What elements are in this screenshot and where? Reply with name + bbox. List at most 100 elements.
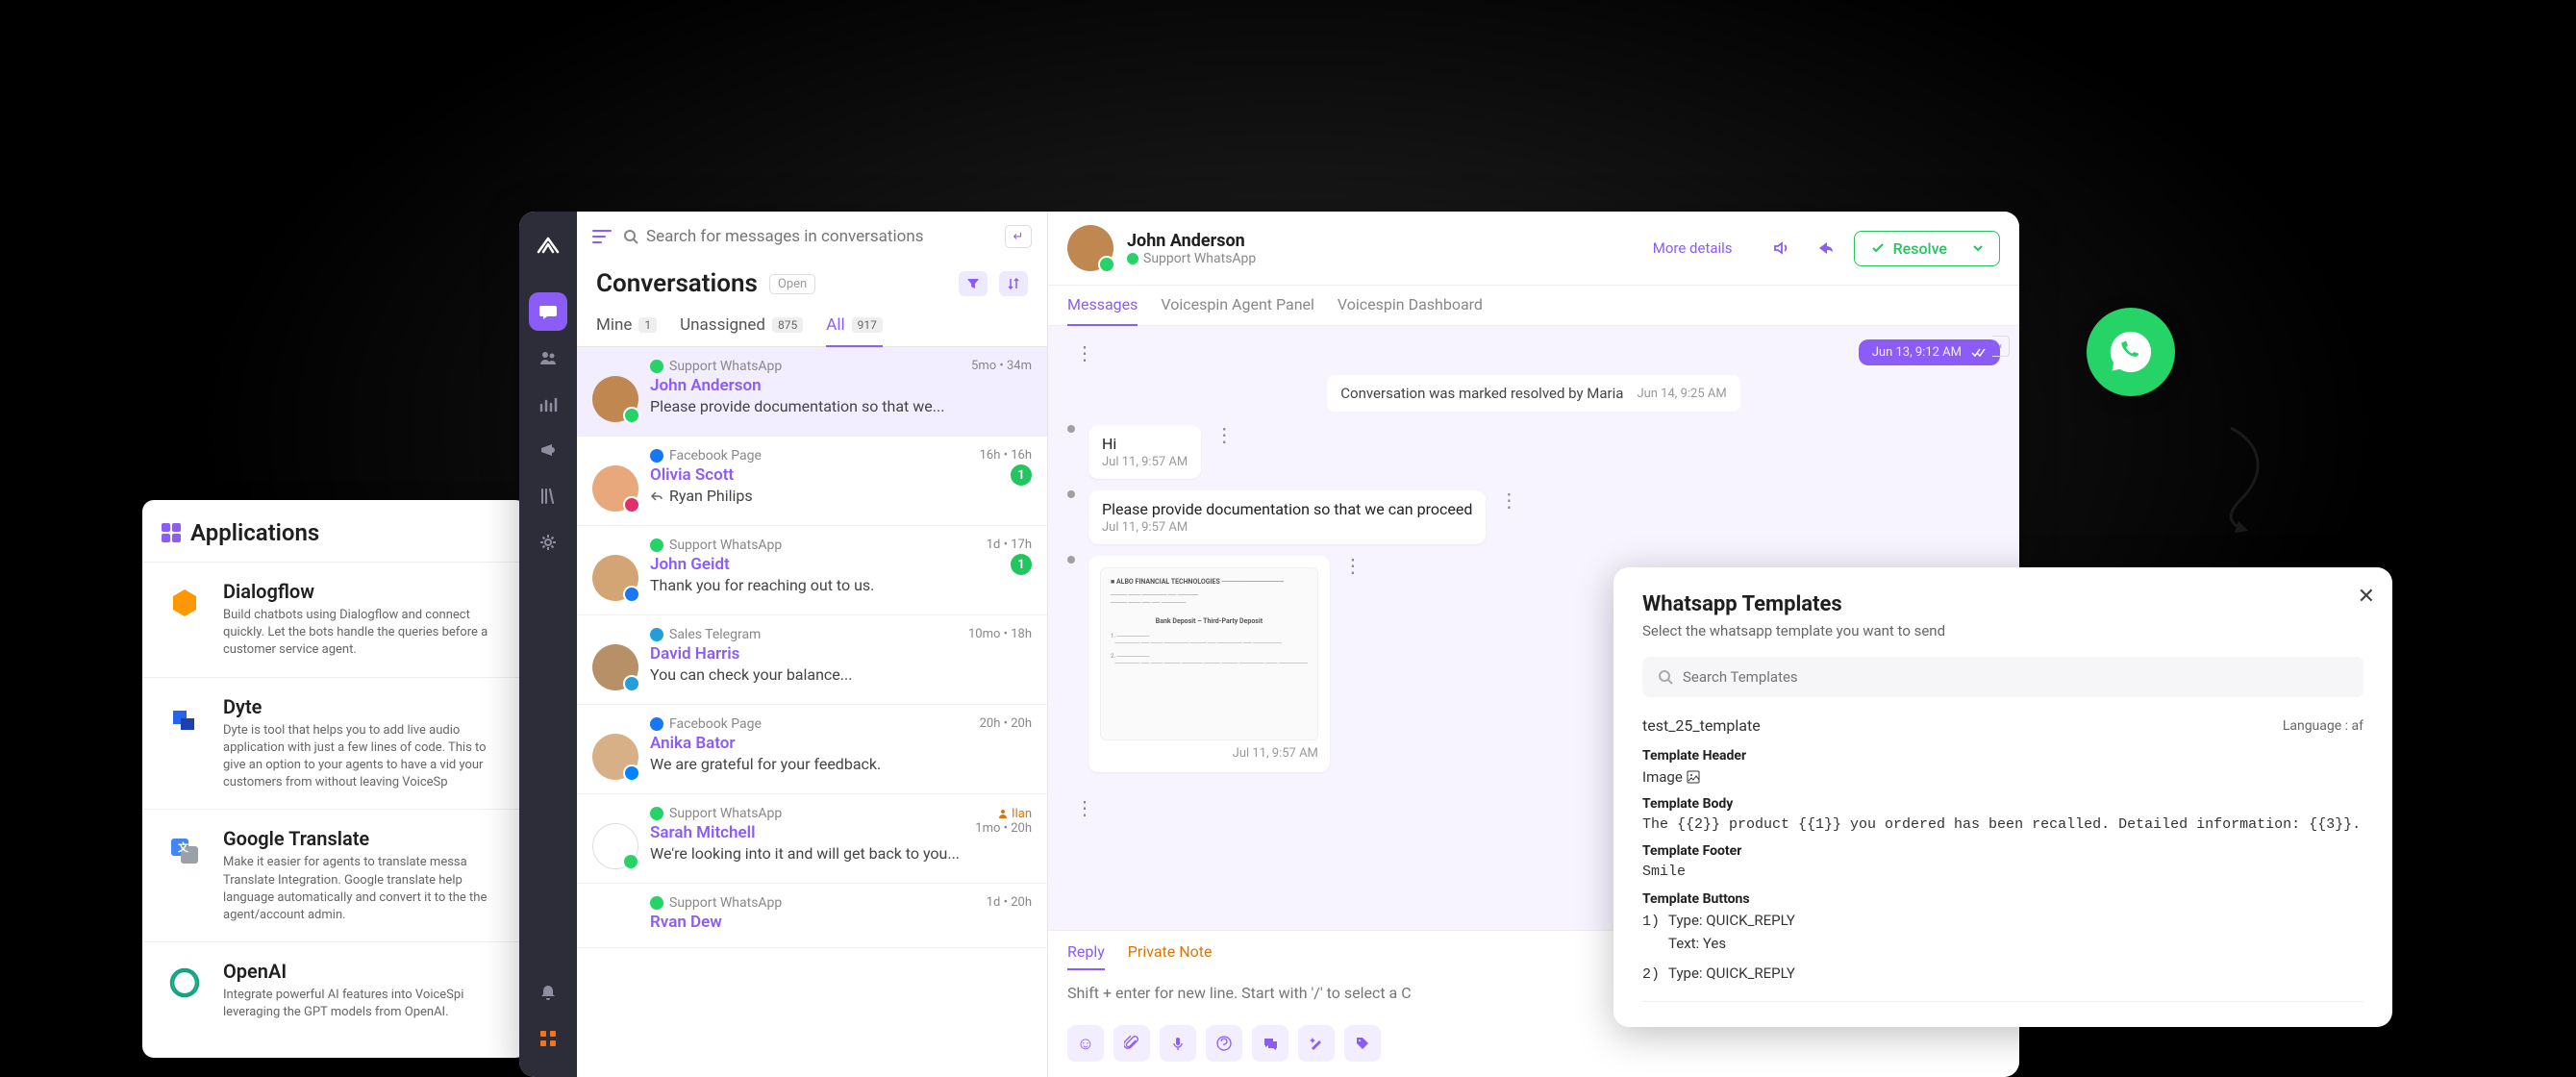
chat-tab-dashboard[interactable]: Voicespin Dashboard — [1338, 295, 1483, 325]
ai-assist-icon[interactable] — [1298, 1025, 1335, 1062]
private-note-tab[interactable]: Private Note — [1128, 942, 1213, 970]
tab-unassigned[interactable]: Unassigned 875 — [680, 315, 803, 346]
conversation-item[interactable]: Support WhatsApp 1d • 20h Rvan Dew — [577, 884, 1047, 948]
conversation-item[interactable]: Support WhatsApp 1d • 17h John Geidt 1 T… — [577, 526, 1047, 615]
app-desc: Make it easier for agents to translate m… — [223, 854, 508, 924]
message-out: Jun 13, 9:12 AM — [1859, 339, 2000, 365]
app-card-openai[interactable]: OpenAI Integrate powerful AI features in… — [142, 941, 527, 1039]
canned-response-icon[interactable] — [1252, 1025, 1288, 1062]
tab-mine-label: Mine — [596, 315, 632, 335]
template-search-input[interactable] — [1683, 668, 2348, 686]
more-details-link[interactable]: More details — [1653, 239, 1733, 257]
nav-library[interactable] — [529, 477, 567, 515]
conversation-name: Rvan Dew — [650, 913, 1032, 932]
nav-conversations[interactable] — [529, 292, 567, 331]
template-card[interactable]: test_25_template Language : af Template … — [1642, 716, 2363, 1002]
attachment-icon[interactable] — [1113, 1025, 1150, 1062]
conversation-list: Support WhatsApp 5mo • 34m John Anderson… — [577, 347, 1047, 1077]
document-attachment[interactable]: ■ ALBO FINANCIAL TECHNOLOGIES ──────────… — [1088, 556, 1330, 772]
avatar — [592, 644, 638, 690]
resolve-button[interactable]: Resolve — [1854, 231, 2000, 266]
conversation-name: David Harris — [650, 644, 1032, 664]
message-menu-icon[interactable]: ⋮ — [1075, 798, 1094, 817]
conversation-item[interactable]: Support WhatsApp 5mo • 34m John Anderson… — [577, 347, 1047, 437]
modal-title: Whatsapp Templates — [1642, 592, 2363, 616]
conversation-item[interactable]: Sales Telegram 10mo • 18h David Harris Y… — [577, 615, 1047, 705]
whatsapp-icon — [650, 807, 663, 820]
message-menu-icon[interactable]: ⋮ — [1499, 490, 1518, 510]
whatsapp-templates-modal: ✕ Whatsapp Templates Select the whatsapp… — [1613, 567, 2392, 1027]
check-icon — [1870, 240, 1886, 256]
tag-icon[interactable] — [1344, 1025, 1381, 1062]
telegram-icon — [650, 628, 663, 641]
emoji-icon[interactable]: ☺ — [1067, 1025, 1104, 1062]
sender-indicator — [1067, 490, 1075, 498]
search-submit-icon[interactable]: ↵ — [1005, 225, 1032, 248]
message-menu-icon[interactable]: ⋮ — [1075, 343, 1094, 363]
template-name: test_25_template — [1642, 716, 1761, 735]
avatar — [592, 555, 638, 601]
nav-campaigns[interactable] — [529, 431, 567, 469]
nav-apps-icon[interactable] — [529, 1019, 567, 1058]
mute-icon[interactable] — [1765, 233, 1796, 263]
audio-recorder-icon[interactable] — [1160, 1025, 1196, 1062]
conversation-panel: ↵ Conversations Open Mine 1 Unassigned 8… — [577, 212, 1048, 1077]
document-preview: ■ ALBO FINANCIAL TECHNOLOGIES ──────────… — [1100, 567, 1318, 740]
close-icon[interactable]: ✕ — [2358, 585, 2375, 609]
whatsapp-template-icon[interactable] — [1206, 1025, 1242, 1062]
dyte-icon — [162, 695, 208, 741]
conversation-item[interactable]: Support WhatsApp Ilan Sarah Mitchell 1mo… — [577, 794, 1047, 884]
nav-settings[interactable] — [529, 523, 567, 562]
share-icon[interactable] — [1810, 233, 1840, 263]
tab-mine[interactable]: Mine 1 — [596, 315, 657, 346]
chat-contact-name: John Anderson — [1127, 231, 1256, 251]
conversation-item[interactable]: Facebook Page 20h • 20h Anika Bator We a… — [577, 705, 1047, 794]
arrow-decoration — [2202, 423, 2279, 538]
facebook-icon — [650, 449, 663, 463]
avatar — [592, 734, 638, 780]
app-title: Google Translate — [223, 827, 508, 850]
whatsapp-float-icon — [2087, 308, 2175, 396]
conversation-name: Sarah Mitchell — [650, 823, 756, 842]
unread-badge: 1 — [1011, 554, 1032, 575]
nav-notifications[interactable] — [529, 973, 567, 1012]
app-card-dyte[interactable]: Dyte Dyte is tool that helps you to add … — [142, 677, 527, 810]
template-button-1: 1) Type: QUICK_REPLY Text: Yes — [1642, 910, 2363, 957]
conversation-name: Olivia Scott — [650, 465, 734, 485]
menu-icon[interactable] — [592, 230, 612, 243]
collapse-panel-icon[interactable]: ‹ — [1992, 336, 2010, 357]
nav-reports[interactable] — [529, 385, 567, 423]
reply-tab[interactable]: Reply — [1067, 942, 1105, 970]
message-menu-icon[interactable]: ⋮ — [1214, 425, 1234, 444]
tab-all[interactable]: All 917 — [826, 315, 883, 346]
chevron-down-icon — [1972, 242, 1984, 254]
conversation-item[interactable]: Facebook Page 16h • 16h Olivia Scott 1 R… — [577, 437, 1047, 526]
search-input[interactable] — [646, 227, 993, 246]
template-body-value: The {{2}} product {{1}} you ordered has … — [1642, 814, 2363, 837]
applications-title: Applications — [190, 519, 319, 546]
template-search[interactable] — [1642, 657, 2363, 697]
sort-icon[interactable] — [999, 271, 1028, 296]
chat-avatar — [1067, 225, 1113, 271]
tab-unassigned-label: Unassigned — [680, 315, 765, 335]
svg-text:文: 文 — [178, 840, 189, 854]
tab-mine-count: 1 — [638, 317, 657, 333]
template-buttons-label: Template Buttons — [1642, 891, 2363, 907]
avatar — [592, 465, 638, 512]
message-in: Hi Jul 11, 9:57 AM — [1088, 425, 1201, 479]
app-card-dialogflow[interactable]: Dialogflow Build chatbots using Dialogfl… — [142, 562, 527, 677]
message-menu-icon[interactable]: ⋮ — [1343, 556, 1363, 575]
nav-contacts[interactable] — [529, 338, 567, 377]
app-title: Dialogflow — [223, 580, 508, 603]
sender-indicator — [1067, 556, 1075, 564]
chat-tab-agent-panel[interactable]: Voicespin Agent Panel — [1161, 295, 1314, 325]
avatar — [592, 376, 638, 422]
image-icon — [1687, 770, 1700, 784]
open-badge[interactable]: Open — [769, 274, 815, 294]
app-card-translate[interactable]: 文 Google Translate Make it easier for ag… — [142, 809, 527, 941]
filter-icon[interactable] — [959, 271, 988, 296]
apps-grid-icon — [162, 523, 181, 542]
nav-rail — [519, 212, 577, 1077]
chat-tab-messages[interactable]: Messages — [1067, 295, 1138, 325]
conversation-name: John Anderson — [650, 376, 1032, 395]
